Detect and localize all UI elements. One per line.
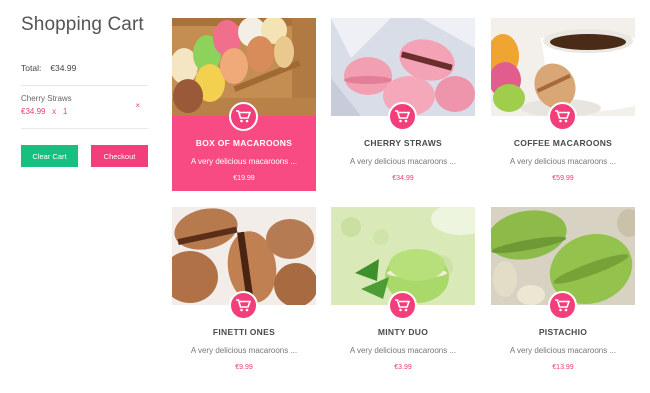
cart-item-price-qty: €34.99 x 1	[21, 107, 148, 116]
cart-title: Shopping Cart	[21, 14, 144, 35]
product-name: BOX OF MACAROONS	[195, 138, 293, 148]
product-price: €59.99	[552, 175, 574, 182]
product-card-box-of-macaroons[interactable]: BOX OF MACAROONS A very delicious macaro…	[172, 18, 316, 191]
add-to-cart-button[interactable]	[388, 291, 417, 320]
product-name: CHERRY STRAWS	[363, 138, 443, 148]
cart-icon	[236, 299, 251, 312]
product-description: A very delicious macaroons ...	[190, 346, 298, 355]
remove-item-button[interactable]: ×	[135, 101, 140, 110]
clear-cart-button[interactable]: Clear Cart	[21, 145, 78, 167]
add-to-cart-button[interactable]	[229, 291, 258, 320]
cart-icon	[395, 110, 410, 123]
cart-item-name: Cherry Straws	[21, 94, 72, 103]
product-card-minty-duo[interactable]: MINTY DUO A very delicious macaroons ...…	[331, 207, 475, 380]
product-description: A very delicious macaroons ...	[509, 157, 617, 166]
shopping-cart-panel: Shopping Cart Total: €34.99 Cherry Straw…	[21, 14, 148, 167]
cart-item-price: €34.99	[21, 107, 46, 116]
product-price: €9.99	[235, 364, 253, 371]
checkout-button[interactable]: Checkout	[91, 145, 148, 167]
cart-icon	[395, 299, 410, 312]
cart-icon	[236, 110, 251, 123]
cart-icon	[555, 299, 570, 312]
add-to-cart-button[interactable]	[229, 102, 258, 131]
product-name: MINTY DUO	[377, 327, 429, 337]
product-name: FINETTI ONES	[212, 327, 276, 337]
product-card-pistachio[interactable]: PISTACHIO A very delicious macaroons ...…	[491, 207, 635, 380]
product-description: A very delicious macaroons ...	[349, 157, 457, 166]
add-to-cart-button[interactable]	[548, 291, 577, 320]
product-name: COFFEE MACAROONS	[513, 138, 613, 148]
product-price: €19.99	[233, 175, 255, 182]
total-value: €34.99	[50, 63, 77, 73]
add-to-cart-button[interactable]	[388, 102, 417, 131]
cart-icon	[555, 110, 570, 123]
divider	[21, 128, 148, 129]
product-card-finetti-ones[interactable]: FINETTI ONES A very delicious macaroons …	[172, 207, 316, 380]
product-price: €34.99	[392, 175, 414, 182]
product-card-cherry-straws[interactable]: CHERRY STRAWS A very delicious macaroons…	[331, 18, 475, 191]
total-label: Total:	[21, 63, 42, 73]
product-description: A very delicious macaroons ...	[190, 157, 298, 166]
product-description: A very delicious macaroons ...	[349, 346, 457, 355]
product-name: PISTACHIO	[538, 327, 588, 337]
product-description: A very delicious macaroons ...	[509, 346, 617, 355]
add-to-cart-button[interactable]	[548, 102, 577, 131]
cart-item-quantity: 1	[62, 107, 68, 116]
product-card-coffee-macaroons[interactable]: COFFEE MACAROONS A very delicious macaro…	[491, 18, 635, 191]
cart-total: Total: €34.99	[21, 63, 148, 73]
cart-item-times: x	[52, 107, 57, 116]
cart-item: Cherry Straws €34.99 x 1 ×	[21, 86, 148, 120]
cart-actions: Clear Cart Checkout	[21, 145, 148, 167]
product-price: €3.99	[394, 364, 412, 371]
product-price: €13.99	[552, 364, 574, 371]
